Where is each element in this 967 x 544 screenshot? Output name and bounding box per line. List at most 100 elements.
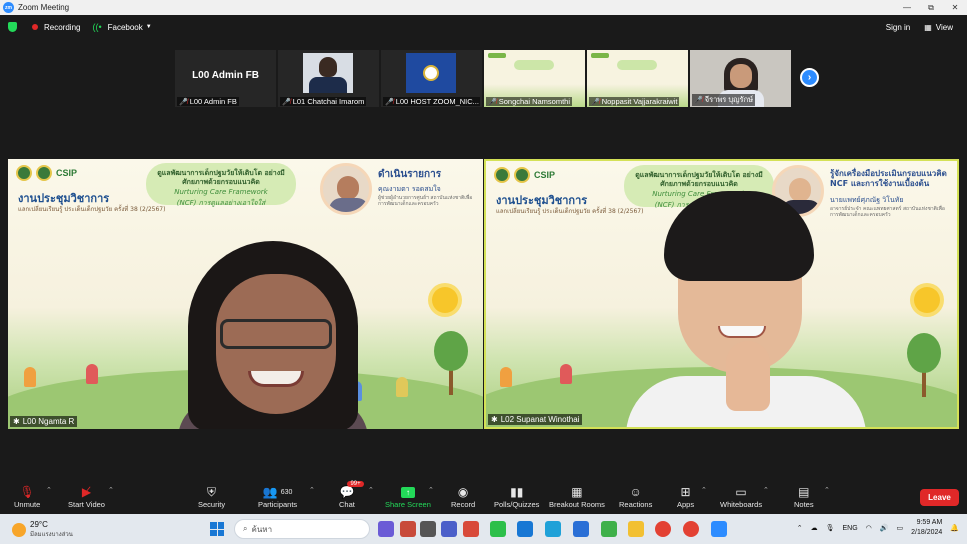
participant-thumb[interactable]: 🎤̸ L01 Chatchai Imarom [278, 50, 379, 107]
chat-caret-icon[interactable]: ⌃ [368, 486, 374, 494]
video-tile-left[interactable]: CSIP ดูแลพัฒนาการเด็กปฐมวัยให้เติบโต อย่… [8, 159, 483, 429]
apps-caret-icon[interactable]: ⌃ [701, 486, 707, 494]
mic-tray-icon[interactable]: 🎙 [826, 524, 835, 532]
child-illustration [500, 367, 512, 387]
video-participant-name: L02 Supanat Winothai [500, 415, 580, 424]
mic-muted-icon: 🎙 [19, 485, 35, 499]
show-hidden-icons-icon[interactable]: ⌃ [797, 524, 803, 532]
record-label: Record [451, 500, 476, 509]
weather-description: มีลมแรงบางส่วน [30, 532, 73, 538]
wifi-icon[interactable]: ◠ [866, 524, 872, 532]
chat-button[interactable]: 💬 99+ Chat [339, 481, 364, 509]
volume-icon[interactable]: 🔊 [880, 524, 889, 532]
start-video-button[interactable]: ▶̸ Start Video [68, 484, 105, 509]
organization-logo [406, 53, 456, 93]
security-button[interactable]: ⛨ Security [198, 484, 225, 510]
participant-name-tag: 🎤̸ Songchai Namsomthi [486, 97, 573, 106]
unmute-button[interactable]: 🎙 Unmute [14, 484, 40, 509]
windows-start-icon[interactable] [210, 522, 224, 536]
app-icon[interactable] [463, 521, 479, 537]
store-app-icon[interactable] [601, 521, 617, 537]
minimize-button[interactable]: — [895, 3, 919, 12]
mic-muted-icon: 🎤̸ [591, 98, 600, 106]
chrome-browser-icon[interactable] [683, 521, 699, 537]
restore-button[interactable]: ⧉ [919, 3, 943, 13]
polls-chart-icon: ▮▮ [510, 485, 524, 499]
breakout-rooms-button[interactable]: ▦ Breakout Rooms [549, 484, 605, 509]
window-titlebar: zm Zoom Meeting — ⧉ ✕ [0, 0, 967, 15]
participants-button[interactable]: 👥 630 Participants [258, 484, 297, 509]
audio-options-caret-icon[interactable]: ⌃ [46, 486, 52, 494]
stream-label[interactable]: Facebook [108, 23, 143, 32]
next-page-arrow-icon[interactable]: › [800, 68, 819, 87]
slide-title-ncf: (NCF) การดูแลอย่างเอาใจใส่ [176, 199, 266, 207]
window-title: Zoom Meeting [18, 3, 70, 12]
speaker-role: ดำเนินรายการ [378, 169, 442, 180]
participants-caret-icon[interactable]: ⌃ [309, 486, 315, 494]
record-button[interactable]: ◉ Record [451, 484, 475, 509]
cloud-icon[interactable]: ☁ [811, 524, 818, 532]
view-button[interactable]: ▦ View [924, 23, 953, 32]
slide-logos: CSIP [494, 167, 555, 183]
speaker-photo [320, 163, 372, 215]
task-view-icon[interactable] [420, 521, 436, 537]
child-illustration [560, 364, 572, 384]
input-language[interactable]: ENG [843, 525, 858, 532]
video-options-caret-icon[interactable]: ⌃ [108, 486, 114, 494]
meeting-topbar: Recording ((• Facebook ▼ Sign in ▦ View [0, 15, 967, 39]
zoom-logo-icon: zm [3, 2, 14, 13]
apps-label: Apps [677, 500, 695, 509]
copilot-app-icon[interactable] [378, 521, 394, 537]
share-caret-icon[interactable]: ⌃ [428, 486, 434, 494]
participant-name-tag: 🎤̸ L01 Chatchai Imarom [280, 97, 367, 106]
participant-thumb[interactable]: 🎤̸ จีราพร บุญรักษ์ [690, 50, 791, 107]
reactions-button[interactable]: ☺ Reactions [619, 484, 652, 509]
file-explorer-icon[interactable] [628, 521, 644, 537]
university-logo-icon [494, 167, 510, 183]
video-tile-right-active-speaker[interactable]: CSIP ดูแลพัฒนาการเด็กปฐมวัยให้เติบโต อย่… [484, 159, 959, 429]
battery-icon[interactable]: ▭ [897, 524, 904, 532]
line-app-icon[interactable] [490, 521, 506, 537]
outlook-app-icon[interactable] [573, 521, 589, 537]
close-button[interactable]: ✕ [943, 3, 967, 12]
polls-button[interactable]: ▮▮ Polls/Quizzes [494, 484, 539, 509]
participant-thumb[interactable]: 🎤̸ Songchai Namsomthi [484, 50, 585, 107]
participant-thumb[interactable]: 🎤̸ Noppasit Vajjarakraiwit [587, 50, 688, 107]
notification-bell-icon[interactable]: 🔔 [950, 524, 959, 532]
pin-icon: ✱ [491, 415, 498, 424]
edge-browser-icon[interactable] [545, 521, 561, 537]
csip-logo-text: CSIP [56, 168, 78, 178]
unmute-label: Unmute [14, 500, 41, 509]
participant-name-tag: 🎤̸ จีราพร บุญรักษ์ [692, 94, 756, 106]
chrome-browser-icon[interactable] [655, 521, 671, 537]
zoom-app-icon[interactable] [711, 521, 727, 537]
participant-video [303, 53, 353, 93]
whiteboards-caret-icon[interactable]: ⌃ [763, 486, 769, 494]
mail-app-icon[interactable] [517, 521, 533, 537]
participant-display-name: L00 Admin FB [192, 70, 259, 81]
taskbar-search-box[interactable]: ⌕ ค้นหา [234, 519, 370, 539]
leave-button[interactable]: Leave [920, 489, 959, 506]
share-screen-button[interactable]: ↑ Share Screen [385, 484, 431, 509]
video-participant-name: L00 Ngamta R [22, 417, 75, 426]
teams-app-icon[interactable] [441, 521, 457, 537]
taskbar-clock[interactable]: 9:59 AM 2/18/2024 [911, 518, 942, 538]
sign-in-button[interactable]: Sign in [886, 23, 910, 32]
recording-label[interactable]: Recording [44, 23, 80, 32]
whiteboards-button[interactable]: ▭ Whiteboards [720, 484, 762, 509]
participant-thumb[interactable]: L00 Admin FB 🎤̸ L00 Admin FB [175, 50, 276, 107]
security-shield-icon[interactable] [8, 22, 17, 32]
speaker-name: คุณงามตา รอดสมใจ [378, 185, 441, 193]
stream-dropdown-icon[interactable]: ▼ [146, 24, 152, 30]
weather-widget[interactable]: 29°C มีลมแรงบางส่วน [12, 520, 73, 539]
participant-name: L00 HOST ZOOM_NIC... [395, 97, 479, 106]
apps-button[interactable]: ⊞ Apps [677, 484, 694, 509]
participant-thumb[interactable]: 🎤̸ L00 HOST ZOOM_NIC... [381, 50, 482, 107]
app-icon[interactable] [400, 521, 416, 537]
notes-caret-icon[interactable]: ⌃ [824, 486, 830, 494]
shield-icon: ⛨ [207, 484, 217, 499]
mic-muted-icon: 🎤̸ [694, 97, 703, 104]
notes-button[interactable]: ▤ Notes [794, 484, 814, 509]
mic-muted-icon: 🎤̸ [385, 98, 394, 106]
view-grid-icon: ▦ [924, 22, 932, 32]
